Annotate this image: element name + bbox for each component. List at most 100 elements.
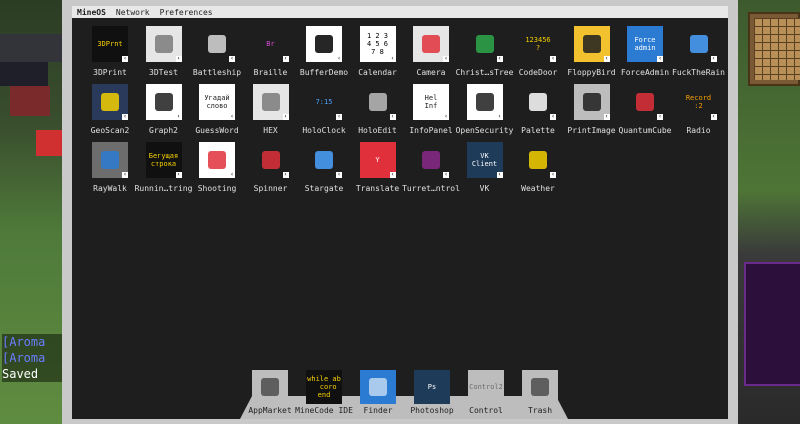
chat-line: [Aroma: [2, 334, 62, 350]
app-icon-3dprint[interactable]: 3DPrnt ‹ 3DPrint: [82, 24, 138, 84]
photoshop-icon: Ps: [414, 370, 450, 404]
app-icon-opensecurity[interactable]: ‹ OpenSecurity: [456, 82, 513, 142]
shooting-icon: ‹: [199, 142, 235, 178]
app-icon-calendar[interactable]: 1 2 3 4 5 6 7 8 ‹ Calendar: [350, 24, 406, 84]
shortcut-arrow-icon: ‹: [336, 113, 342, 120]
app-icon-codedoor[interactable]: 123456 ? ‹ CodeDoor: [510, 24, 566, 84]
shortcut-arrow-icon: ‹: [550, 55, 556, 62]
weather-icon: ‹: [520, 142, 556, 178]
spinner-icon: ‹: [252, 142, 289, 178]
app-label: Weather: [521, 184, 555, 193]
scene-block: [36, 130, 62, 156]
app-icon-hex[interactable]: ‹ HEX: [243, 82, 299, 142]
forceadmin-icon: Force admin ‹: [627, 26, 663, 62]
menu-preferences[interactable]: Preferences: [155, 8, 218, 17]
minecode-icon: while ab coro end: [306, 370, 342, 404]
app-label: FuckTheRain: [672, 68, 725, 77]
menubar: MineOS Network Preferences: [72, 6, 728, 18]
shortcut-arrow-icon: ‹: [657, 113, 663, 120]
app-icon-bufferdemo[interactable]: ‹ BufferDemo: [296, 24, 352, 84]
scene-block: [0, 62, 48, 86]
holoedit-icon: ‹: [359, 84, 396, 120]
shortcut-arrow-icon: ‹: [229, 171, 235, 178]
palette-icon: ‹: [520, 84, 556, 120]
app-icon-holoedit[interactable]: ‹ HoloEdit: [350, 82, 406, 142]
app-icon-runnin-tring[interactable]: Бегущая строка ‹ Runnin…tring: [135, 140, 192, 200]
app-icon-raywalk[interactable]: ‹ RayWalk: [82, 140, 138, 200]
chat-line: Saved: [2, 366, 62, 382]
app-icon-quantumcube[interactable]: ‹ QuantumCube: [617, 82, 673, 142]
app-icon-shooting[interactable]: ‹ Shooting: [189, 140, 245, 200]
graph-icon: ‹: [145, 84, 182, 120]
game-chat: [Aroma [Aroma Saved: [2, 334, 62, 382]
app-icon-camera[interactable]: ‹ Camera: [403, 24, 459, 84]
dock-label: Trash: [527, 406, 553, 415]
dock-item-trash[interactable]: Trash: [510, 370, 570, 416]
app-icon-guessword[interactable]: Угадай слово ‹ GuessWord: [189, 82, 245, 142]
app-icon-infopanel[interactable]: Hel Inf ‹ InfoPanel: [403, 82, 459, 142]
app-icon-weather[interactable]: ‹ Weather: [510, 140, 566, 200]
scene-block: [0, 34, 62, 62]
app-icon-printimage[interactable]: ‹ PrintImage: [564, 82, 620, 142]
vk-icon: VK Client ‹: [466, 142, 503, 178]
infopanel-icon: Hel Inf ‹: [413, 84, 449, 120]
shortcut-arrow-icon: ‹: [175, 113, 182, 120]
app-icon-stargate[interactable]: ‹ Stargate: [296, 140, 352, 200]
running-string-icon: Бегущая строка ‹: [145, 142, 182, 178]
braille-icon: Br ‹: [252, 26, 289, 62]
app-icon-vk[interactable]: VK Client ‹ VK: [457, 140, 513, 200]
app-icon-palette[interactable]: ‹ Palette: [510, 82, 566, 142]
camera-icon: ‹: [413, 26, 449, 62]
app-icon-translate[interactable]: Y ‹ Translate: [350, 140, 406, 200]
app-icon-turret-ntrol[interactable]: ‹ Turret…ntrol: [402, 140, 460, 200]
app-icon-floppybird[interactable]: ‹ FloppyBird: [564, 24, 620, 84]
app-icon-3dtest[interactable]: ‹ 3DTest: [136, 24, 192, 84]
translate-icon: Y ‹: [359, 142, 396, 178]
calendar-icon: 1 2 3 4 5 6 7 8 ‹: [359, 26, 396, 62]
shortcut-arrow-icon: ‹: [496, 55, 503, 62]
shortcut-arrow-icon: ‹: [496, 171, 503, 178]
monitor-frame: MineOS Network Preferences 3DPrnt ‹ 3DPrin…: [62, 0, 738, 424]
shortcut-arrow-icon: ‹: [122, 171, 128, 178]
app-icon-radio[interactable]: Record :2 ‹ Radio: [671, 82, 727, 142]
shortcut-arrow-icon: ‹: [229, 55, 235, 62]
app-icon-geoscan2[interactable]: ‹ GeoScan2: [82, 82, 138, 142]
finder-icon: [360, 370, 396, 404]
shortcut-arrow-icon: ‹: [175, 55, 182, 62]
trash-icon: [522, 370, 558, 404]
menu-network[interactable]: Network: [111, 8, 155, 17]
scene-block: [10, 86, 50, 116]
chat-line: [Aroma: [2, 350, 62, 366]
app-icon-braille[interactable]: Br ‹ Braille: [243, 24, 299, 84]
shortcut-arrow-icon: ‹: [550, 171, 556, 178]
codedoor-icon: 123456 ? ‹: [520, 26, 556, 62]
color-bars-icon: ‹: [306, 26, 342, 62]
quantumcube-icon: ‹: [627, 84, 663, 120]
app-icon-fucktherain[interactable]: ‹ FuckTheRain: [671, 24, 727, 84]
shortcut-arrow-icon: ‹: [443, 171, 449, 178]
raywalk-icon: ‹: [92, 142, 128, 178]
menu-mineos[interactable]: MineOS: [72, 8, 111, 17]
shortcut-arrow-icon: ‹: [603, 113, 610, 120]
app-icon-graph2[interactable]: ‹ Graph2: [136, 82, 192, 142]
shortcut-arrow-icon: ‹: [443, 113, 449, 120]
shortcut-arrow-icon: ‹: [229, 113, 235, 120]
app-icon-holoclock[interactable]: 7:15 ‹ HoloClock: [296, 82, 352, 142]
app-icon-forceadmin[interactable]: Force admin ‹ ForceAdmin: [617, 24, 673, 84]
app-icon-christ-stree[interactable]: ‹ Christ…sTree: [456, 24, 513, 84]
shortcut-arrow-icon: ‹: [282, 113, 289, 120]
hex-icon: ‹: [252, 84, 289, 120]
shortcut-arrow-icon: ‹: [443, 55, 449, 62]
app-label: Radio: [686, 126, 711, 135]
app-icon-spinner[interactable]: ‹ Spinner: [243, 140, 299, 200]
holoclock-icon: 7:15 ‹: [306, 84, 342, 120]
shortcut-arrow-icon: ‹: [657, 55, 663, 62]
scene-block: [744, 262, 800, 386]
app-icon-battleship[interactable]: ‹ Battleship: [189, 24, 245, 84]
shortcut-arrow-icon: ‹: [496, 113, 503, 120]
shortcut-arrow-icon: ‹: [710, 113, 717, 120]
rain-icon: ‹: [680, 26, 717, 62]
battleship-icon: ‹: [199, 26, 235, 62]
minimap: [748, 12, 800, 86]
3dprint-icon: 3DPrnt ‹: [92, 26, 128, 62]
